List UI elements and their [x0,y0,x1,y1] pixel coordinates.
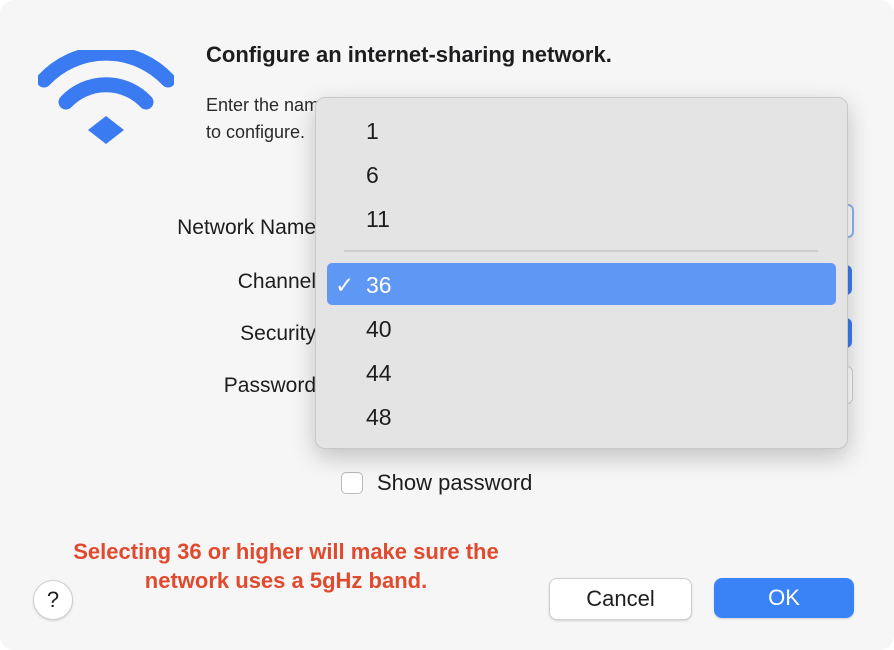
password-label: Password [223,374,316,397]
menu-item-label: 11 [366,206,390,232]
security-label: Security [240,322,316,345]
menu-item-label: 40 [366,316,392,342]
network-name-label: Network Name [177,216,316,239]
menu-item-channel-6[interactable]: 6 [327,153,836,195]
menu-item-channel-48[interactable]: 48 [327,395,836,437]
wifi-icon [38,50,174,144]
menu-item-label: 44 [366,360,392,386]
show-password-option[interactable]: Show password [341,470,532,496]
help-button[interactable]: ? [33,580,73,620]
ok-button[interactable]: OK [714,578,854,618]
show-password-checkbox[interactable] [341,472,363,494]
annotation-note: Selecting 36 or higher will make sure th… [26,537,546,595]
menu-item-channel-1[interactable]: 1 [327,109,836,151]
annotation-line-2: network uses a 5gHz band. [144,568,428,593]
menu-item-label: 1 [366,118,379,144]
channel-label: Channel [237,270,316,293]
internet-sharing-dialog: Configure an internet-sharing network. E… [0,0,894,650]
menu-item-channel-11[interactable]: 11 [327,197,836,239]
menu-item-channel-44[interactable]: 44 [327,351,836,393]
annotation-line-1: Selecting 36 or higher will make sure th… [73,539,499,564]
menu-item-channel-36[interactable]: ✓ 36 [327,263,836,305]
menu-separator [344,250,818,252]
menu-item-label: 48 [366,404,392,430]
cancel-button[interactable]: Cancel [549,578,692,620]
channel-dropdown-menu: 1 6 11 ✓ 36 40 44 48 [315,97,848,449]
show-password-label: Show password [377,470,533,495]
checkmark-icon: ✓ [335,272,355,298]
menu-item-label: 6 [366,162,379,188]
menu-item-label: 36 [366,272,392,298]
dialog-title: Configure an internet-sharing network. [206,42,612,67]
menu-item-channel-40[interactable]: 40 [327,307,836,349]
